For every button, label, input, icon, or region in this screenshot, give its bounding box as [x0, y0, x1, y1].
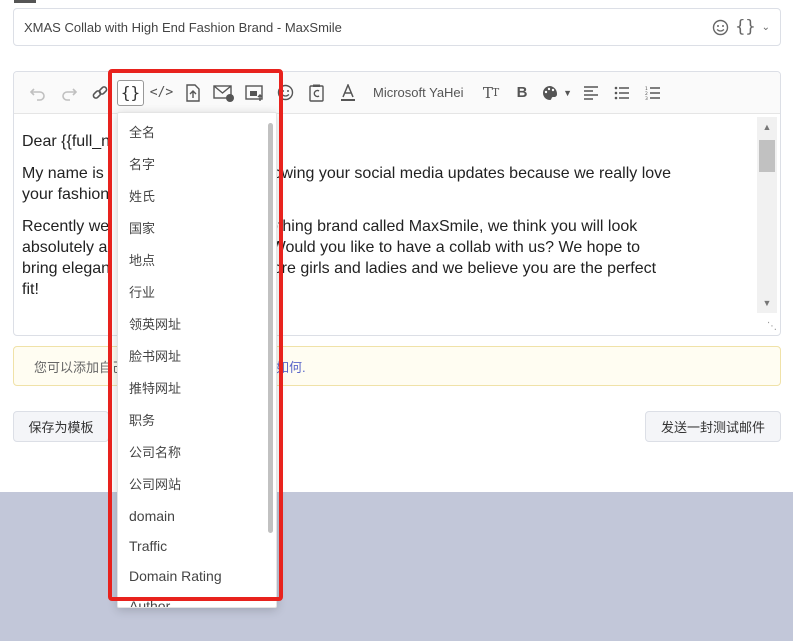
upload-file-icon[interactable]	[177, 78, 208, 108]
notice-link[interactable]: 如何.	[276, 357, 306, 376]
subject-field[interactable]: XMAS Collab with High End Fashion Brand …	[13, 8, 781, 46]
variable-item-linkedin[interactable]: 领英网址	[118, 309, 276, 341]
variable-item-last-name[interactable]: 姓氏	[118, 181, 276, 213]
variable-item-domain[interactable]: domain	[118, 501, 276, 531]
variable-item-industry[interactable]: 行业	[118, 277, 276, 309]
save-template-button[interactable]: 保存为模板	[13, 411, 109, 442]
variable-item-company-website[interactable]: 公司网站	[118, 469, 276, 501]
undo-icon[interactable]	[22, 78, 53, 108]
variable-item-full-name[interactable]: 全名	[118, 117, 276, 149]
font-color-icon[interactable]	[332, 78, 363, 108]
image-icon[interactable]	[239, 78, 270, 108]
send-test-email-button[interactable]: 发送一封测试邮件	[645, 411, 781, 442]
variable-item-traffic[interactable]: Traffic	[118, 531, 276, 561]
copyright-icon[interactable]	[301, 78, 332, 108]
redo-icon[interactable]	[53, 78, 84, 108]
font-family-select[interactable]: Microsoft YaHei	[363, 85, 476, 100]
bold-icon[interactable]: B	[507, 78, 538, 108]
palette-icon[interactable]: ▼	[538, 78, 576, 108]
code-icon[interactable]: </>	[146, 78, 177, 108]
dropdown-scrollbar[interactable]	[268, 123, 273, 533]
variable-item-twitter[interactable]: 推特网址	[118, 373, 276, 405]
variable-item-location[interactable]: 地点	[118, 245, 276, 277]
smiley-icon[interactable]	[712, 19, 729, 36]
variable-item-facebook[interactable]: 脸书网址	[118, 341, 276, 373]
curly-braces-icon[interactable]: {}	[735, 17, 755, 37]
notice-text: 您可以添加自己	[34, 359, 126, 375]
editor-scrollbar[interactable]: ▲ ▼	[757, 117, 777, 313]
variable-item-author[interactable]: Author	[118, 591, 276, 607]
editor-toolbar: {} </> Microsoft YaHei TT B ▼ 1 2 3	[14, 72, 780, 114]
variable-item-domain-rating[interactable]: Domain Rating	[118, 561, 276, 591]
chevron-down-icon[interactable]: ⌄	[762, 22, 770, 33]
subject-input[interactable]: XMAS Collab with High End Fashion Brand …	[24, 20, 712, 35]
variable-item-country[interactable]: 国家	[118, 213, 276, 245]
svg-text:3: 3	[645, 96, 648, 100]
variables-dropdown: 全名 名字 姓氏 国家 地点 行业 领英网址 脸书网址 推特网址 职务 公司名称…	[117, 112, 277, 608]
scroll-up-arrow-icon[interactable]: ▲	[757, 119, 777, 135]
variable-icon[interactable]: {}	[117, 79, 144, 106]
font-size-icon[interactable]: TT	[476, 78, 507, 108]
scroll-down-arrow-icon[interactable]: ▼	[757, 295, 777, 311]
mail-icon[interactable]	[208, 78, 239, 108]
resize-handle-icon[interactable]: ⋱	[767, 321, 777, 332]
link-icon[interactable]	[84, 78, 115, 108]
variable-item-company-name[interactable]: 公司名称	[118, 437, 276, 469]
scroll-thumb[interactable]	[759, 140, 775, 172]
variable-item-job-title[interactable]: 职务	[118, 405, 276, 437]
top-label-fragment	[14, 0, 36, 3]
align-left-icon[interactable]	[576, 78, 607, 108]
emoji-icon[interactable]	[270, 78, 301, 108]
variable-item-first-name[interactable]: 名字	[118, 149, 276, 181]
numbered-list-icon[interactable]: 123	[638, 78, 669, 108]
bullet-list-icon[interactable]	[607, 78, 638, 108]
